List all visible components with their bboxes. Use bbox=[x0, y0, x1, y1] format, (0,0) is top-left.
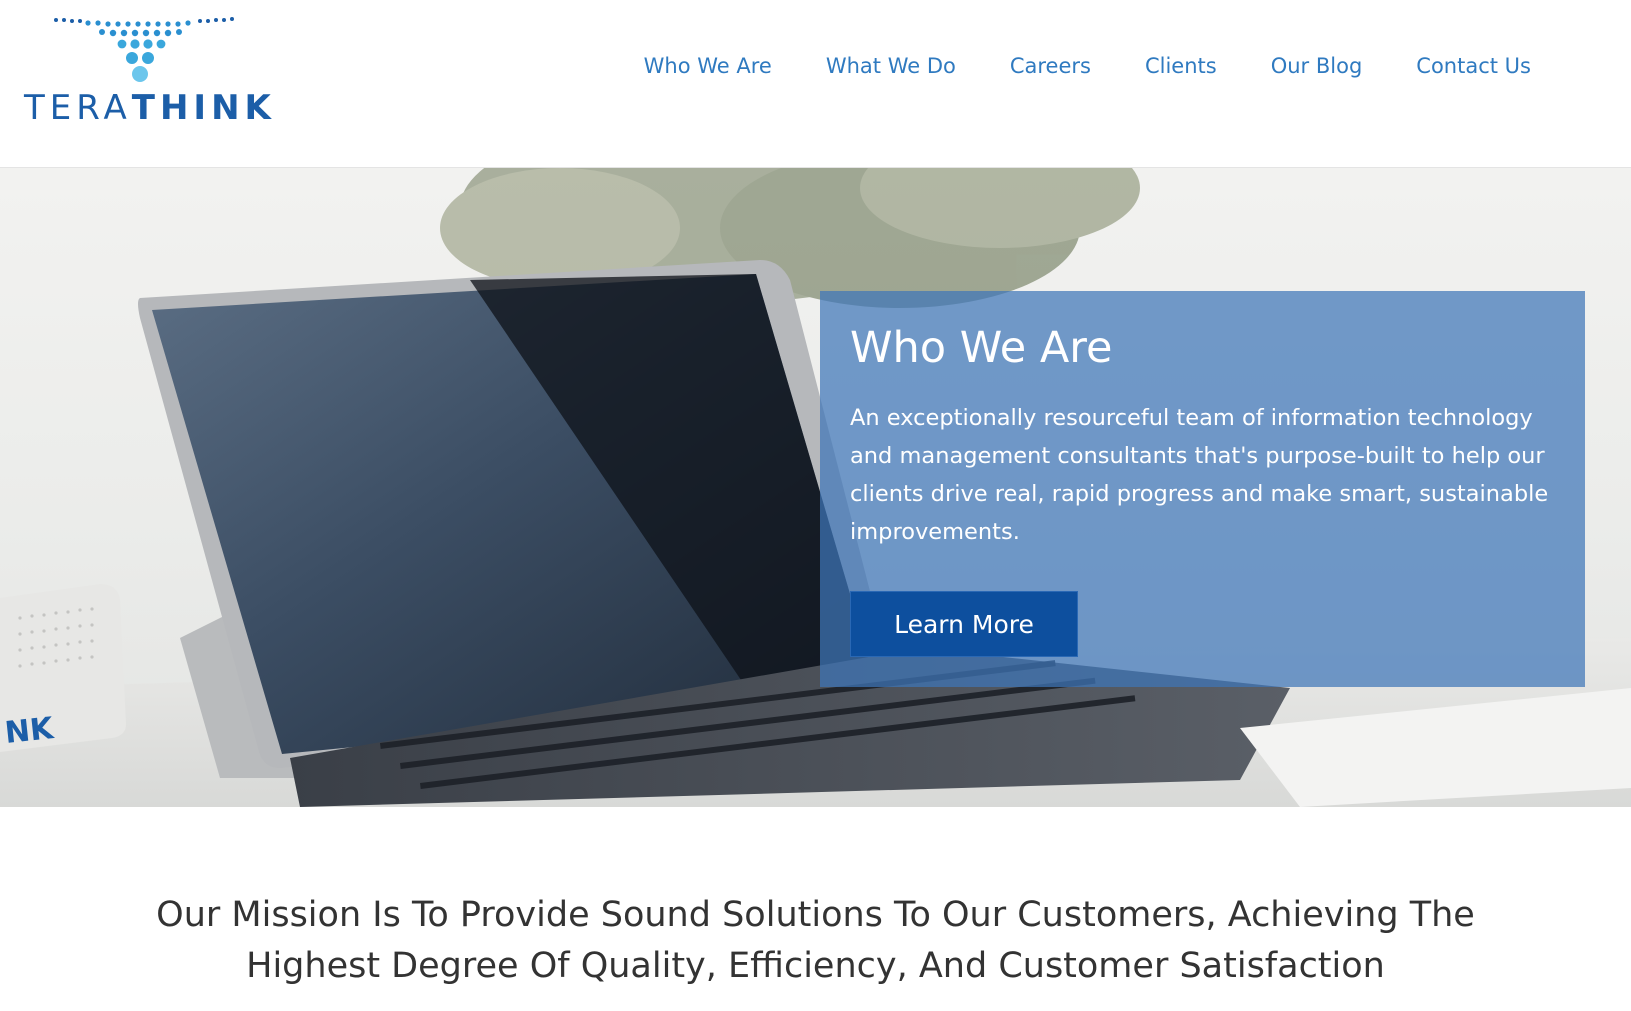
hero-banner: NK Who We Are An exceptionally resourcef… bbox=[0, 168, 1631, 807]
nav-our-blog[interactable]: Our Blog bbox=[1271, 54, 1363, 78]
logo-wordmark-bold: THINK bbox=[131, 88, 276, 128]
site-header: TERATHINK Who We Are What We Do Careers … bbox=[0, 0, 1631, 168]
logo-wordmark-light: TERA bbox=[24, 88, 132, 128]
nav-what-we-do[interactable]: What We Do bbox=[826, 54, 956, 78]
nav-careers[interactable]: Careers bbox=[1010, 54, 1091, 78]
hero-title: Who We Are bbox=[850, 323, 1113, 373]
terathink-logo[interactable]: TERATHINK bbox=[24, 14, 284, 134]
learn-more-button[interactable]: Learn More bbox=[850, 591, 1078, 657]
logo-wordmark: TERATHINK bbox=[24, 88, 276, 128]
nav-clients[interactable]: Clients bbox=[1145, 54, 1217, 78]
mission-line-1: Our Mission Is To Provide Sound Solution… bbox=[156, 895, 1475, 935]
speaker-box-logo-text: NK bbox=[3, 711, 56, 751]
hero-card: Who We Are An exceptionally resourceful … bbox=[820, 291, 1585, 687]
mission-line-2: Highest Degree Of Quality, Efficiency, A… bbox=[246, 946, 1385, 986]
logo-dots-icon bbox=[54, 17, 234, 82]
hero-description: An exceptionally resourceful team of inf… bbox=[850, 405, 1549, 545]
nav-contact-us[interactable]: Contact Us bbox=[1416, 54, 1531, 78]
main-nav: Who We Are What We Do Careers Clients Ou… bbox=[644, 54, 1531, 78]
mission-statement: Our Mission Is To Provide Sound Solution… bbox=[0, 890, 1631, 992]
nav-who-we-are[interactable]: Who We Are bbox=[644, 54, 772, 78]
